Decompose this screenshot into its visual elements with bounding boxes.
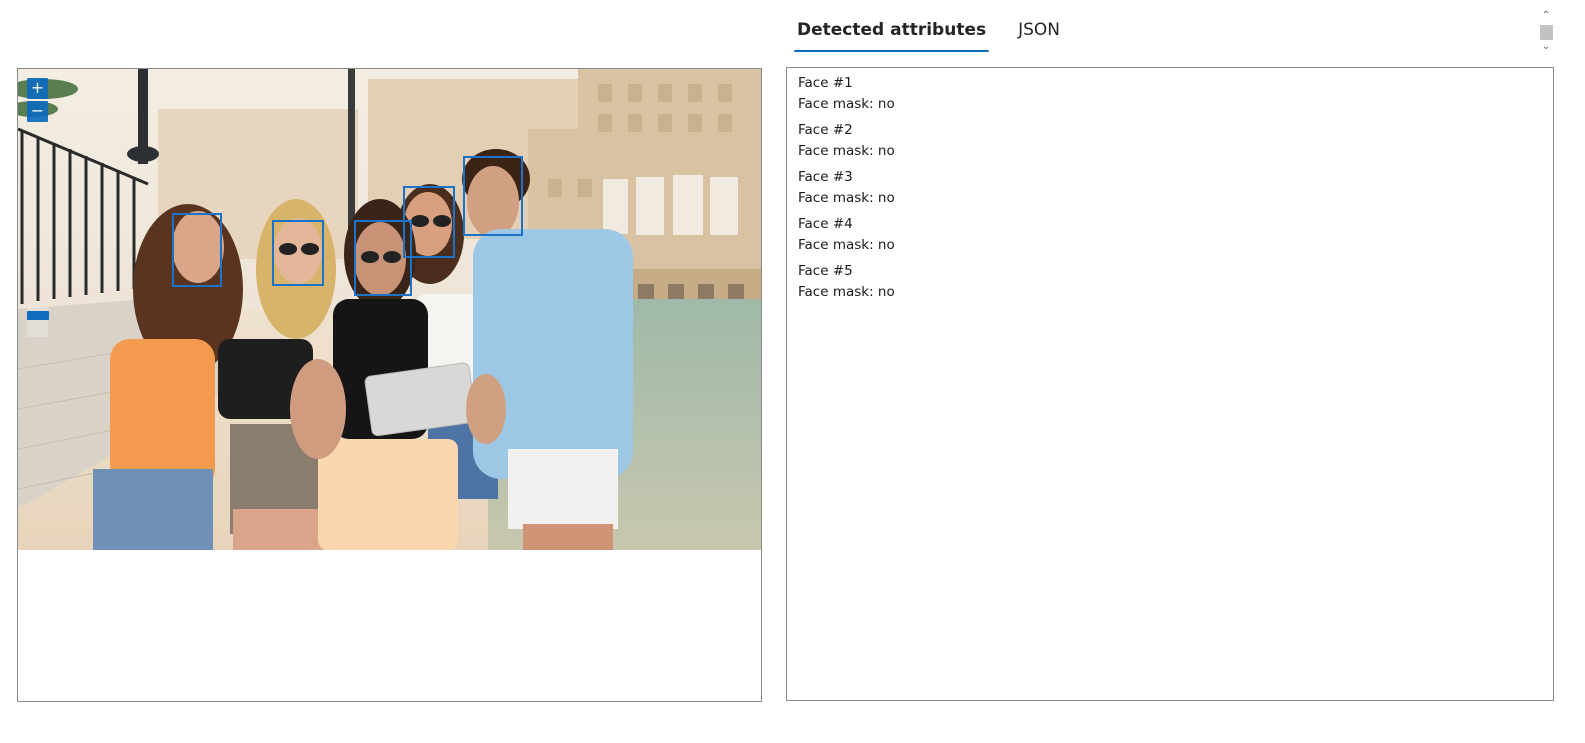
minus-icon: − bbox=[30, 101, 45, 120]
face-title: Face #3 bbox=[798, 169, 853, 185]
page-scrollbar[interactable]: ⌃ ⌄ bbox=[1538, 10, 1554, 56]
face-result: Face #5 Face mask: no bbox=[798, 261, 1542, 303]
image-viewer[interactable]: + − bbox=[17, 68, 762, 702]
face-mask-attribute: Face mask: no bbox=[798, 237, 895, 253]
tab-json[interactable]: JSON bbox=[1015, 14, 1063, 46]
face-title: Face #2 bbox=[798, 122, 853, 138]
chevron-up-icon[interactable]: ⌃ bbox=[1538, 10, 1554, 22]
tab-detected-attributes[interactable]: Detected attributes bbox=[794, 14, 990, 52]
face-title: Face #1 bbox=[798, 75, 853, 91]
face-title: Face #4 bbox=[798, 216, 853, 232]
zoom-out-button[interactable]: − bbox=[27, 101, 48, 122]
scroll-thumb[interactable] bbox=[1540, 25, 1553, 40]
chevron-down-icon[interactable]: ⌄ bbox=[1538, 41, 1554, 53]
face-mask-attribute: Face mask: no bbox=[798, 96, 895, 112]
face-result: Face #2 Face mask: no bbox=[798, 120, 1542, 162]
face-result: Face #1 Face mask: no bbox=[798, 73, 1542, 115]
plus-icon: + bbox=[30, 78, 45, 97]
face-mask-attribute: Face mask: no bbox=[798, 143, 895, 159]
detected-attributes-panel: Face #1 Face mask: no Face #2 Face mask:… bbox=[786, 67, 1554, 701]
face-result: Face #4 Face mask: no bbox=[798, 214, 1542, 256]
face-mask-attribute: Face mask: no bbox=[798, 190, 895, 206]
analyzed-photo bbox=[18, 69, 761, 550]
face-result: Face #3 Face mask: no bbox=[798, 167, 1542, 209]
zoom-slider-thumb[interactable] bbox=[27, 311, 49, 320]
face-title: Face #5 bbox=[798, 263, 853, 279]
zoom-in-button[interactable]: + bbox=[27, 78, 48, 99]
result-tabs: Detected attributes JSON bbox=[794, 14, 1063, 54]
face-mask-attribute: Face mask: no bbox=[798, 284, 895, 300]
